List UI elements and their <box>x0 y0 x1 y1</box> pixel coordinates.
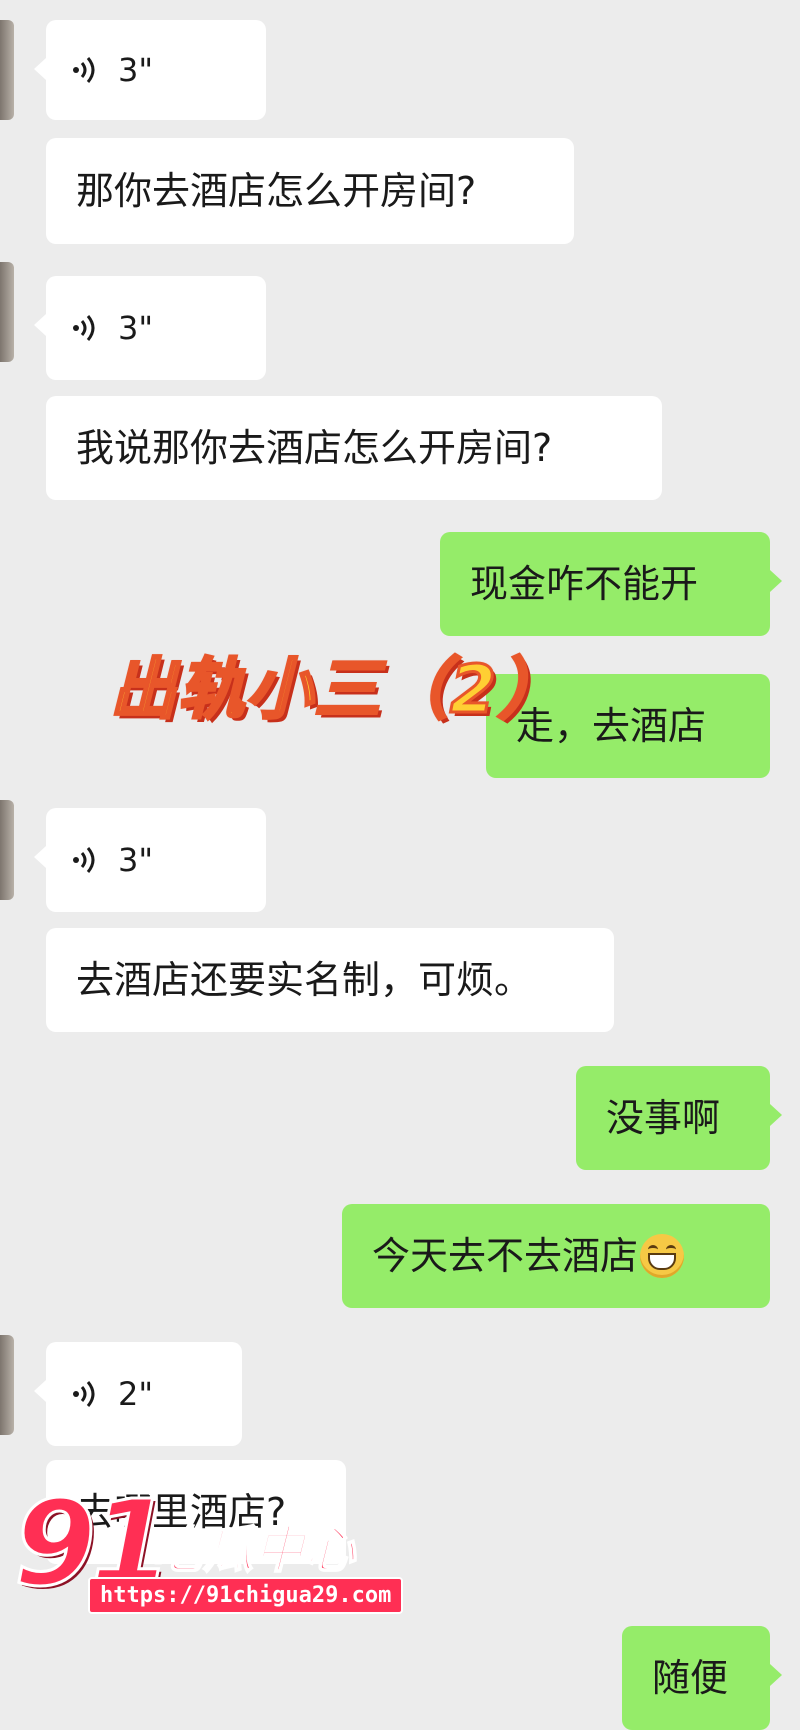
message-bubble[interactable]: 没事啊 <box>576 1066 782 1170</box>
message-text: 今天去不去酒店 <box>372 1234 639 1278</box>
voice-message[interactable]: 3" <box>34 20 266 120</box>
avatar[interactable] <box>0 1335 14 1435</box>
grinning-face-icon <box>640 1234 685 1278</box>
voice-duration: 3" <box>118 51 154 89</box>
voice-wave-icon <box>73 315 95 341</box>
message-bubble[interactable]: 今天去不去酒店 <box>342 1204 770 1308</box>
watermark-url: https://91chigua29.com <box>88 1577 404 1614</box>
avatar[interactable] <box>0 20 14 120</box>
voice-wave-icon <box>73 1381 95 1407</box>
message-bubble[interactable]: 那你去酒店怎么开房间? <box>46 138 574 244</box>
avatar[interactable] <box>0 800 14 900</box>
message-bubble[interactable]: 去酒店还要实名制，可烦。 <box>46 928 614 1032</box>
message-text: 现金咋不能开 <box>470 562 699 606</box>
message-text: 随便 <box>652 1656 729 1700</box>
message-text: 去酒店还要实名制，可烦。 <box>76 958 533 1002</box>
overlay-title: 出轨小三（2） <box>109 650 566 730</box>
message-bubble[interactable]: 我说那你去酒店怎么开房间? <box>46 396 662 500</box>
message-text: 我说那你去酒店怎么开房间? <box>76 426 553 470</box>
voice-message[interactable]: 3" <box>34 808 266 912</box>
voice-duration: 3" <box>118 841 154 879</box>
watermark-logo-text: 吃瓜中心 <box>151 1520 356 1580</box>
voice-message[interactable]: 2" <box>34 1342 242 1446</box>
avatar[interactable] <box>0 262 14 362</box>
voice-wave-icon <box>73 847 95 873</box>
voice-duration: 2" <box>118 1375 154 1413</box>
message-bubble[interactable]: 现金咋不能开 <box>440 532 782 636</box>
message-text: 没事啊 <box>606 1096 721 1140</box>
voice-message[interactable]: 3" <box>34 276 266 380</box>
voice-duration: 3" <box>118 309 154 347</box>
voice-wave-icon <box>73 57 95 83</box>
message-bubble[interactable]: 随便 <box>622 1626 782 1730</box>
message-text: 那你去酒店怎么开房间? <box>76 169 477 213</box>
